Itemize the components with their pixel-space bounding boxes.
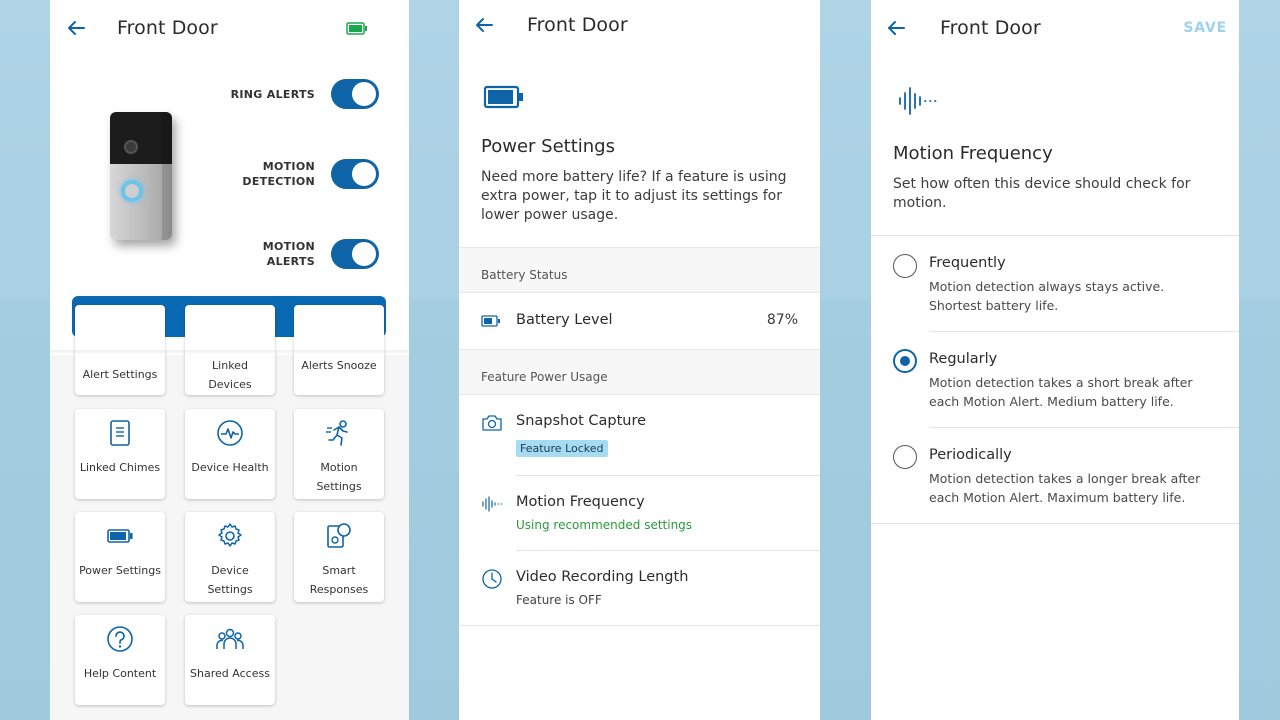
feature-locked-badge: Feature Locked — [516, 440, 608, 457]
tile-power-settings[interactable]: Power Settings — [75, 512, 165, 602]
option-description: Motion detection always stays active. Sh… — [929, 279, 1165, 313]
top-bar: Front Door SAVE — [871, 0, 1239, 56]
help-icon — [107, 626, 133, 652]
section-heading: Motion Frequency — [893, 143, 1053, 164]
gear-icon — [218, 523, 242, 547]
battery-icon — [481, 315, 500, 327]
tile-label: Linked Chimes — [79, 461, 161, 474]
description: Need more battery life? If a feature is … — [481, 169, 787, 223]
radio-button-selected[interactable] — [893, 349, 917, 373]
motion-frequency-row[interactable]: Motion Frequency Using recommended setti… — [459, 476, 820, 550]
option-description: Motion detection takes a longer break af… — [929, 471, 1201, 505]
row-subtitle: Using recommended settings — [516, 518, 693, 532]
running-person-icon — [326, 420, 348, 446]
option-title: Frequently — [929, 255, 1006, 271]
tile-help-content[interactable]: Help Content — [75, 615, 165, 705]
feature-power-usage-header: Feature Power Usage — [459, 349, 820, 395]
row-title: Motion Frequency — [516, 494, 645, 510]
section-heading: Power Settings — [481, 136, 615, 157]
video-recording-length-row[interactable]: Video Recording Length Feature is OFF — [459, 551, 820, 625]
battery-level-value: 87% — [766, 312, 798, 328]
tile-label: Power Settings — [79, 564, 161, 577]
smart-response-icon — [327, 523, 351, 548]
motion-alerts-toggle[interactable] — [331, 239, 379, 269]
tile-device-health[interactable]: Device Health — [185, 409, 275, 499]
top-bar: Front Door — [459, 0, 820, 56]
battery-icon — [107, 529, 133, 543]
page-title: Front Door — [527, 14, 628, 36]
radio-button[interactable] — [893, 254, 917, 278]
doorbell-device-image — [110, 112, 172, 240]
motion-detection-toggle[interactable] — [331, 159, 379, 189]
battery-status-header: Battery Status — [459, 247, 820, 293]
power-settings-screen: Front Door Power Settings Need more batt… — [459, 0, 820, 720]
people-icon — [216, 628, 244, 649]
camera-icon — [482, 415, 502, 431]
tile-label: Device Health — [191, 461, 269, 474]
back-arrow-icon[interactable] — [472, 13, 496, 37]
divider — [50, 350, 409, 355]
ring-alerts-label: RING ALERTS — [230, 88, 315, 101]
divider — [459, 625, 820, 626]
ring-alerts-toggle[interactable] — [331, 79, 379, 109]
motion-detection-label: MOTION DETECTION — [242, 160, 315, 188]
radio-button[interactable] — [893, 445, 917, 469]
battery-level-row: Battery Level 87% — [459, 293, 820, 349]
tile-label: Device Settings — [207, 564, 253, 596]
pulse-icon — [217, 420, 243, 446]
chime-icon — [110, 420, 130, 446]
tile-label: Motion Settings — [316, 461, 362, 493]
save-button[interactable]: SAVE — [1183, 20, 1227, 36]
option-title: Periodically — [929, 447, 1012, 463]
back-arrow-icon[interactable] — [884, 16, 908, 40]
tile-label: Shared Access — [190, 667, 270, 680]
option-title: Regularly — [929, 351, 998, 367]
clock-icon — [482, 569, 502, 589]
tile-label: Smart Responses — [309, 564, 369, 596]
battery-icon — [346, 22, 367, 35]
waveform-icon — [899, 87, 937, 115]
tile-shared-access[interactable]: Shared Access — [185, 615, 275, 705]
motion-frequency-screen: Front Door SAVE Motion Frequency Set how… — [871, 0, 1239, 720]
page-title: Front Door — [117, 17, 218, 39]
option-description: Motion detection takes a short break aft… — [929, 375, 1193, 409]
tile-motion-settings[interactable]: Motion Settings — [294, 409, 384, 499]
back-arrow-icon[interactable] — [64, 16, 88, 40]
battery-level-label: Battery Level — [516, 312, 613, 328]
option-periodically[interactable]: Periodically Motion detection takes a lo… — [871, 428, 1239, 524]
device-dashboard-screen: Front Door RING ALERTS MOTION DETECTION … — [50, 0, 409, 720]
snapshot-capture-row[interactable]: Snapshot Capture Feature Locked — [459, 395, 820, 475]
tile-device-settings[interactable]: Device Settings — [185, 512, 275, 602]
tile-linked-chimes[interactable]: Linked Chimes — [75, 409, 165, 499]
row-subtitle: Feature is OFF — [516, 593, 602, 607]
tile-smart-responses[interactable]: Smart Responses — [294, 512, 384, 602]
battery-icon — [483, 85, 523, 109]
divider — [871, 523, 1239, 524]
option-frequently[interactable]: Frequently Motion detection always stays… — [871, 236, 1239, 332]
tile-label: Linked Devices — [208, 359, 252, 391]
motion-alerts-label: MOTION ALERTS — [262, 240, 315, 268]
tile-label: Alerts Snooze — [301, 359, 377, 372]
tile-label: Alert Settings — [82, 368, 158, 381]
row-title: Video Recording Length — [516, 569, 689, 585]
waveform-icon — [482, 496, 502, 512]
section-label: Feature Power Usage — [481, 370, 608, 384]
settings-grid: Alert Settings Linked Devices Alerts Sno… — [50, 305, 409, 720]
section-label: Battery Status — [481, 268, 568, 282]
top-bar: Front Door — [50, 0, 409, 56]
tile-label: Help Content — [83, 667, 157, 680]
option-regularly[interactable]: Regularly Motion detection takes a short… — [871, 332, 1239, 428]
page-title: Front Door — [940, 17, 1041, 39]
row-title: Snapshot Capture — [516, 413, 647, 429]
description: Set how often this device should check f… — [893, 176, 1191, 211]
